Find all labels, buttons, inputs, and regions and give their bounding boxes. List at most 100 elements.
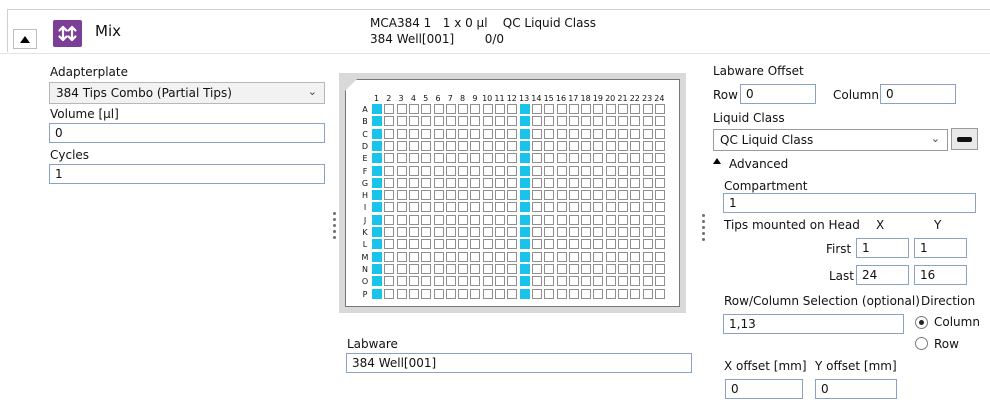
plate-column-label[interactable]: 9 — [469, 94, 480, 103]
well[interactable] — [593, 214, 604, 225]
well[interactable] — [445, 140, 456, 151]
well[interactable] — [482, 214, 493, 225]
well[interactable] — [630, 140, 641, 151]
well[interactable] — [482, 227, 493, 237]
well[interactable] — [593, 276, 604, 287]
well[interactable] — [408, 251, 419, 262]
well[interactable] — [544, 140, 555, 151]
well[interactable] — [482, 104, 493, 114]
well[interactable] — [445, 104, 456, 114]
first-y-input[interactable]: 1 — [914, 238, 967, 258]
well[interactable] — [458, 202, 469, 213]
well[interactable] — [605, 153, 616, 164]
well[interactable] — [396, 263, 407, 274]
last-x-input[interactable]: 24 — [856, 265, 909, 285]
well[interactable] — [495, 214, 505, 225]
well[interactable] — [421, 190, 432, 201]
well[interactable] — [421, 153, 432, 164]
well[interactable] — [581, 128, 592, 139]
well[interactable] — [544, 263, 555, 274]
well[interactable] — [581, 177, 592, 188]
well[interactable] — [482, 177, 493, 188]
well[interactable] — [531, 116, 542, 127]
well[interactable] — [458, 214, 469, 225]
well[interactable] — [593, 227, 604, 237]
well[interactable] — [408, 276, 419, 287]
well[interactable] — [458, 128, 469, 139]
well[interactable] — [556, 104, 567, 114]
plate-column-label[interactable]: 10 — [482, 94, 493, 103]
well[interactable] — [384, 116, 395, 127]
well[interactable] — [495, 239, 505, 250]
well[interactable] — [556, 239, 567, 250]
well-selected[interactable] — [519, 276, 530, 287]
well[interactable] — [384, 263, 395, 274]
well[interactable] — [507, 190, 518, 201]
well[interactable] — [581, 140, 592, 151]
well[interactable] — [593, 263, 604, 274]
well[interactable] — [421, 288, 432, 299]
well[interactable] — [458, 116, 469, 127]
well[interactable] — [642, 263, 653, 274]
well[interactable] — [396, 140, 407, 151]
plate-row-label[interactable]: D — [360, 142, 370, 151]
well[interactable] — [384, 276, 395, 287]
well[interactable] — [568, 116, 579, 127]
well[interactable] — [642, 104, 653, 114]
well[interactable] — [654, 263, 665, 274]
well[interactable] — [556, 153, 567, 164]
well[interactable] — [605, 251, 616, 262]
well[interactable] — [556, 140, 567, 151]
well[interactable] — [421, 140, 432, 151]
well[interactable] — [605, 202, 616, 213]
labware-input[interactable]: 384 Well[001] — [346, 353, 692, 373]
well[interactable] — [445, 239, 456, 250]
well[interactable] — [458, 104, 469, 114]
well[interactable] — [568, 239, 579, 250]
well[interactable] — [642, 190, 653, 201]
well[interactable] — [384, 165, 395, 176]
well[interactable] — [495, 202, 505, 213]
well[interactable] — [654, 227, 665, 237]
well[interactable] — [654, 239, 665, 250]
well[interactable] — [544, 128, 555, 139]
well[interactable] — [433, 153, 444, 164]
well[interactable] — [581, 190, 592, 201]
well[interactable] — [421, 202, 432, 213]
well[interactable] — [581, 116, 592, 127]
well[interactable] — [458, 288, 469, 299]
well[interactable] — [654, 177, 665, 188]
well[interactable] — [654, 153, 665, 164]
well[interactable] — [581, 251, 592, 262]
plate-column-label[interactable]: 14 — [531, 94, 542, 103]
well[interactable] — [544, 177, 555, 188]
right-splitter-handle[interactable] — [702, 214, 705, 244]
well[interactable] — [384, 288, 395, 299]
well[interactable] — [408, 177, 419, 188]
well[interactable] — [654, 214, 665, 225]
well[interactable] — [408, 288, 419, 299]
well[interactable] — [507, 140, 518, 151]
well[interactable] — [544, 190, 555, 201]
well[interactable] — [421, 104, 432, 114]
well-selected[interactable] — [519, 288, 530, 299]
well[interactable] — [482, 190, 493, 201]
well-selected[interactable] — [372, 128, 382, 139]
well[interactable] — [458, 140, 469, 151]
well[interactable] — [605, 104, 616, 114]
well[interactable] — [408, 104, 419, 114]
well-selected[interactable] — [372, 227, 382, 237]
well[interactable] — [396, 251, 407, 262]
plate-row-label[interactable]: L — [360, 240, 370, 249]
well[interactable] — [495, 153, 505, 164]
well[interactable] — [396, 214, 407, 225]
well[interactable] — [470, 251, 481, 262]
well[interactable] — [581, 227, 592, 237]
well[interactable] — [470, 104, 481, 114]
well[interactable] — [421, 239, 432, 250]
well[interactable] — [495, 276, 505, 287]
well[interactable] — [458, 263, 469, 274]
well[interactable] — [482, 165, 493, 176]
well-selected[interactable] — [372, 153, 382, 164]
well[interactable] — [408, 165, 419, 176]
